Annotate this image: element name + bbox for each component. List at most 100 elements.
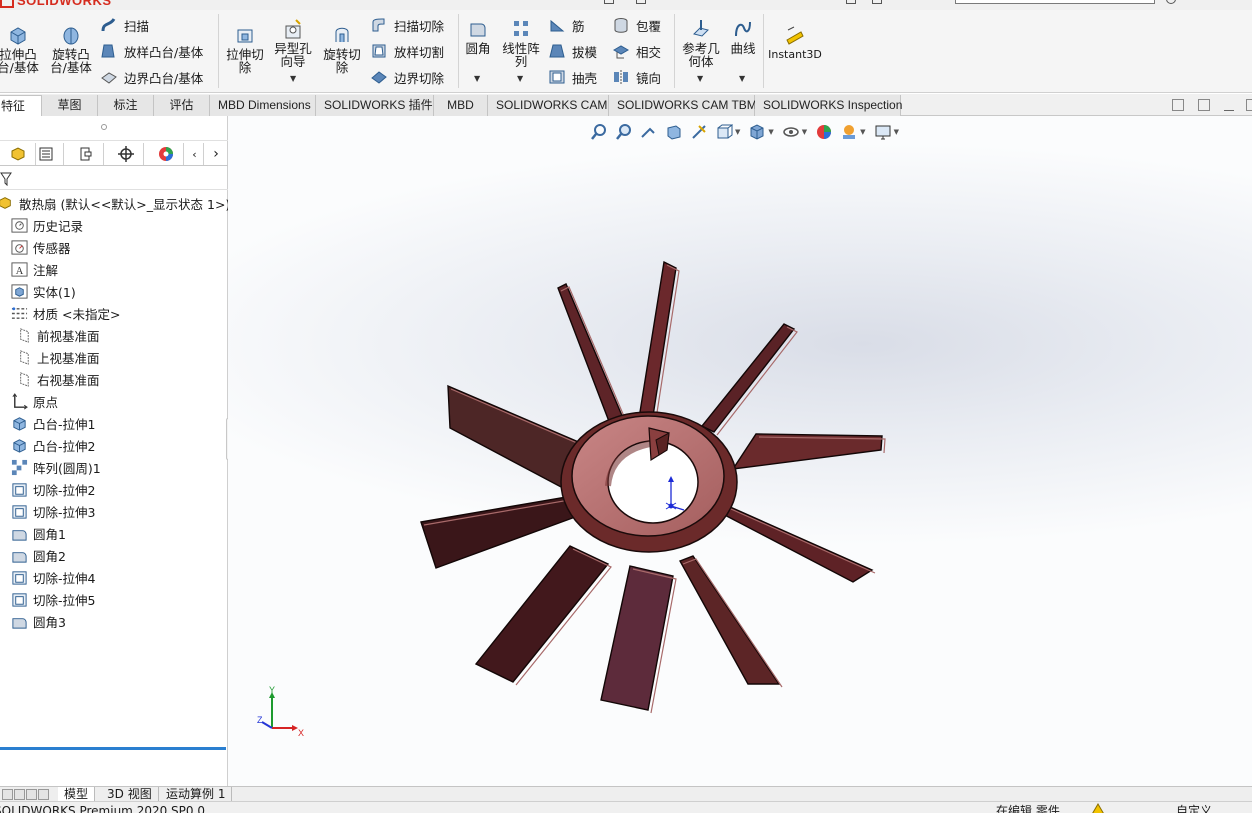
fillet-button[interactable]: 圆角 [462, 18, 494, 55]
tree-item-circular-pattern-1[interactable]: 阵列(圆周)1 [10, 456, 101, 478]
last-tab-icon[interactable] [38, 789, 49, 800]
tab-solidworks-cam[interactable]: SOLIDWORKS CAM [488, 95, 609, 116]
tab-markup[interactable]: 标注 [98, 95, 154, 116]
tree-item-boss-extrude-1[interactable]: 凸台-拉伸1 [10, 412, 95, 434]
rib-button[interactable]: 筋 [548, 14, 585, 36]
previous-view-icon[interactable] [638, 122, 660, 142]
apply-scene-icon[interactable] [838, 122, 860, 142]
loft-boss-button[interactable]: 放样凸台/基体 [100, 40, 203, 62]
chevron-down-icon[interactable]: ▼ [735, 128, 740, 136]
scroll-left-icon[interactable]: ‹ [186, 143, 204, 165]
tab-solidworks-cam-tbm[interactable]: SOLIDWORKS CAM TBM [609, 95, 757, 116]
tab-model[interactable]: 模型 [58, 787, 96, 802]
help-icon[interactable] [1166, 0, 1176, 4]
instant3d-button[interactable]: Instant3D [767, 24, 823, 61]
chevron-down-icon[interactable]: ▼ [474, 74, 480, 83]
tree-item-cut-extrude-5[interactable]: 切除-拉伸5 [10, 588, 95, 610]
doc-icon[interactable] [604, 0, 614, 4]
panel-grip-icon[interactable] [101, 124, 107, 130]
tree-item-front-plane[interactable]: 前视基准面 [14, 324, 100, 346]
tree-item-cut-extrude-4[interactable]: 切除-拉伸4 [10, 566, 95, 588]
graphics-area[interactable]: Y X Z [228, 116, 1252, 786]
tree-item-solid-bodies[interactable]: 实体(1) [10, 280, 76, 302]
section-view-icon[interactable] [663, 122, 685, 142]
chevron-down-icon[interactable]: ▼ [739, 74, 745, 83]
view-settings-icon[interactable] [872, 122, 894, 142]
shell-button[interactable]: 抽壳 [548, 66, 597, 88]
reference-geometry-button[interactable]: 参考几何体 [678, 18, 724, 68]
mirror-button[interactable]: 镜向 [612, 66, 661, 88]
tree-item-material[interactable]: 材质 <未指定> [10, 302, 120, 324]
chevron-down-icon[interactable]: ▼ [860, 128, 865, 136]
edit-appearance-icon[interactable] [813, 122, 835, 142]
restore-icon[interactable] [1172, 99, 1184, 111]
save-icon[interactable] [846, 0, 856, 4]
chevron-down-icon[interactable]: ▼ [802, 128, 807, 136]
chevron-down-icon[interactable]: ▼ [894, 128, 899, 136]
tree-item-sensors[interactable]: 传感器 [10, 236, 71, 258]
boundary-boss-button[interactable]: 边界凸台/基体 [100, 66, 203, 88]
sweep-button[interactable]: 扫描 [100, 14, 149, 36]
tree-item-right-plane[interactable]: 右视基准面 [14, 368, 100, 390]
chevron-down-icon[interactable]: ▼ [290, 74, 296, 83]
close-icon[interactable] [1246, 99, 1252, 111]
print-icon[interactable] [872, 0, 882, 4]
tree-item-boss-extrude-2[interactable]: 凸台-拉伸2 [10, 434, 95, 456]
tree-item-origin[interactable]: 原点 [10, 390, 58, 412]
search-input[interactable] [955, 0, 1155, 4]
tab-evaluate[interactable]: 评估 [154, 95, 210, 116]
dynamic-annotation-icon[interactable] [688, 122, 710, 142]
tab-mbd[interactable]: MBD [434, 95, 488, 116]
filter-row[interactable] [0, 168, 228, 190]
tab-3d-views[interactable]: 3D 视图 [101, 787, 159, 802]
maximize-icon[interactable] [1198, 99, 1210, 111]
tab-solidworks-inspection[interactable]: SOLIDWORKS Inspection [755, 95, 902, 116]
displaymanager-tab[interactable] [148, 143, 184, 165]
tab-motion-study[interactable]: 运动算例 1 [160, 787, 233, 802]
view-orientation-icon[interactable] [713, 122, 735, 142]
tab-mbd-dimensions[interactable]: MBD Dimensions [210, 95, 316, 116]
filter-icon[interactable] [0, 172, 12, 186]
tree-item-fillet-2[interactable]: 圆角2 [10, 544, 66, 566]
swept-cut-button[interactable]: 扫描切除 [370, 14, 444, 36]
fan-model[interactable]: Y X Z [228, 116, 1252, 786]
draft-button[interactable]: 拔模 [548, 40, 597, 62]
chevron-down-icon[interactable]: ▼ [517, 74, 523, 83]
tab-features[interactable]: 特征 [0, 95, 42, 116]
tree-item-fillet-1[interactable]: 圆角1 [10, 522, 66, 544]
intersect-button[interactable]: 相交 [612, 40, 661, 62]
dimxpert-tab[interactable] [108, 143, 144, 165]
chevron-down-icon[interactable]: ▼ [697, 74, 703, 83]
linear-pattern-button[interactable]: 线性阵列 [498, 18, 544, 68]
tree-item-cut-extrude-2[interactable]: 切除-拉伸2 [10, 478, 95, 500]
tree-root[interactable]: 散热扇 (默认<<默认>_显示状态 1>) [0, 192, 230, 214]
extrude-boss-button[interactable]: 拉伸凸台/基体 [0, 24, 40, 74]
prev-tab-icon[interactable] [14, 789, 25, 800]
tab-solidworks-addins[interactable]: SOLIDWORKS 插件 [316, 95, 434, 116]
propertymanager-tab[interactable] [28, 143, 64, 165]
extrude-cut-button[interactable]: 拉伸切除 [223, 24, 267, 74]
curves-button[interactable]: 曲线 [726, 18, 760, 55]
tree-item-annotations[interactable]: A 注解 [10, 258, 58, 280]
revolve-boss-button[interactable]: 旋转凸台/基体 [46, 24, 96, 74]
lofted-cut-button[interactable]: 放样切割 [370, 40, 444, 62]
boundary-cut-button[interactable]: 边界切除 [370, 66, 444, 88]
rollback-bar[interactable] [0, 747, 226, 750]
revolve-cut-button[interactable]: 旋转切除 [320, 24, 364, 74]
first-tab-icon[interactable] [2, 789, 13, 800]
chevron-down-icon[interactable]: ▼ [768, 128, 773, 136]
status-units[interactable]: 自定义 [1176, 804, 1212, 813]
display-style-icon[interactable] [746, 122, 768, 142]
hole-wizard-button[interactable]: 异型孔向导 [271, 18, 315, 68]
tree-item-top-plane[interactable]: 上视基准面 [14, 346, 100, 368]
zoom-to-area-icon[interactable] [613, 122, 635, 142]
tree-item-cut-extrude-3[interactable]: 切除-拉伸3 [10, 500, 95, 522]
configurationmanager-tab[interactable] [68, 143, 104, 165]
next-tab-icon[interactable] [26, 789, 37, 800]
hide-show-items-icon[interactable] [780, 122, 802, 142]
tree-item-fillet-3[interactable]: 圆角3 [10, 610, 66, 632]
folder-icon[interactable] [636, 0, 646, 4]
wrap-button[interactable]: 包覆 [612, 14, 661, 36]
tree-item-history[interactable]: 历史记录 [10, 214, 83, 236]
minimize-icon[interactable] [1224, 110, 1234, 111]
